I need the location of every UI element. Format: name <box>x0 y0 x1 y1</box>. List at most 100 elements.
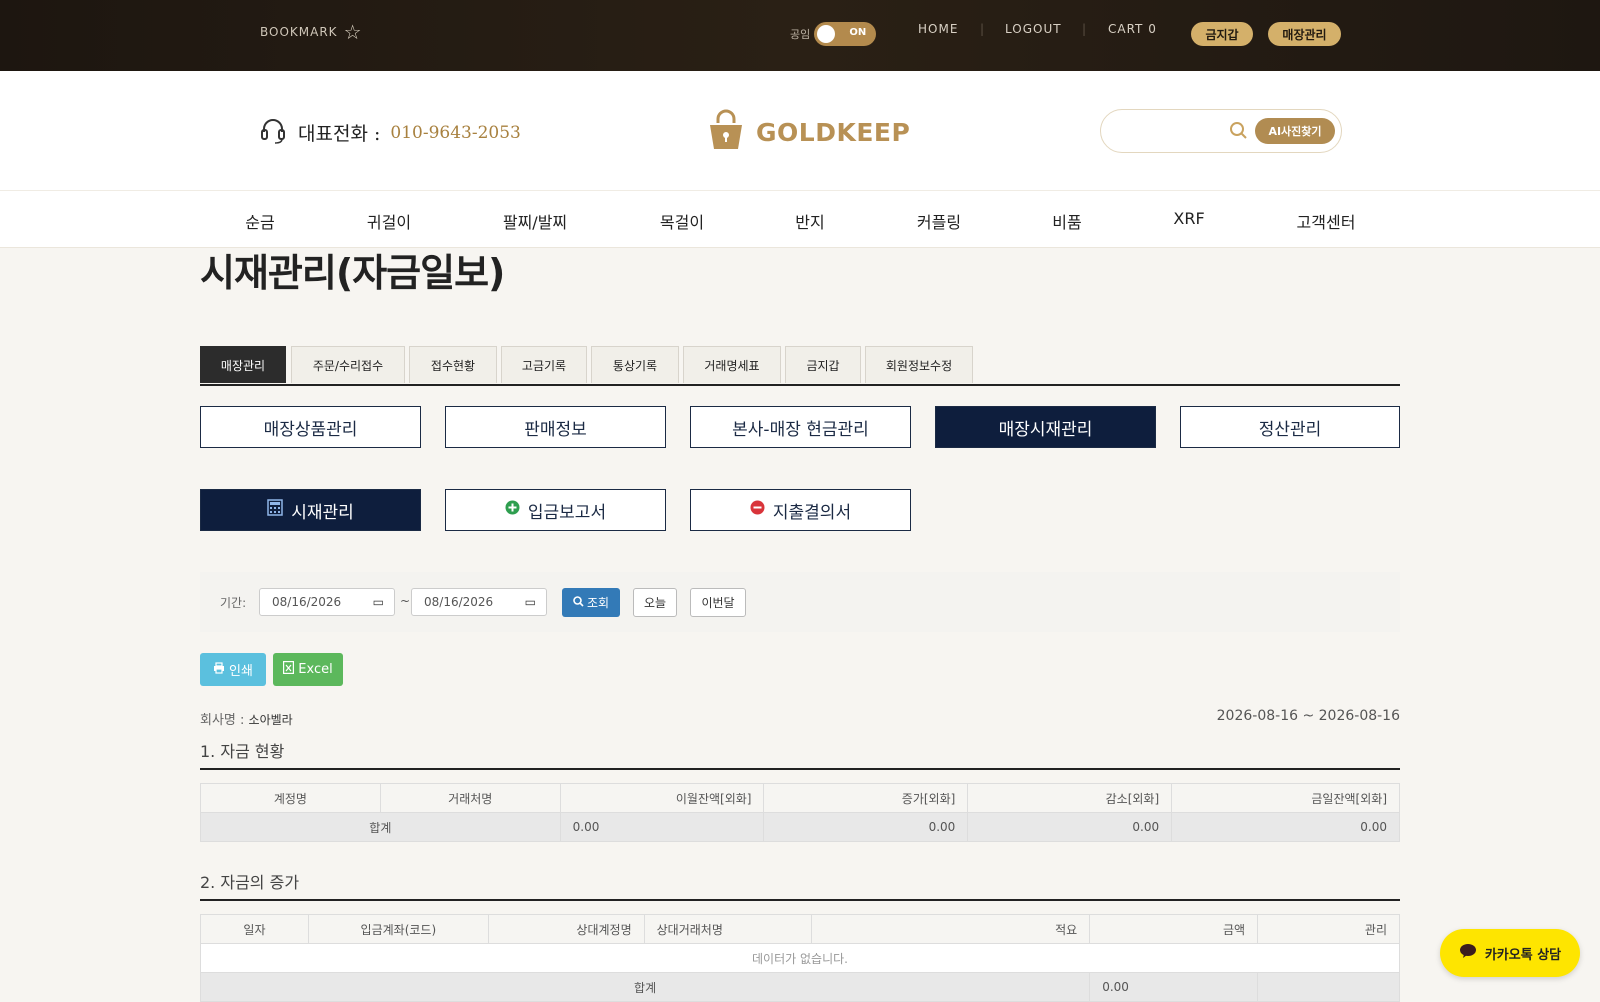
category-nav: 순금 귀걸이 팔찌/발찌 목걸이 반지 커플링 비품 XRF 고객센터 <box>0 190 1600 248</box>
table-total-row: 합계 0.00 <box>199 972 1400 1002</box>
page-title: 시재관리(자금일보) <box>200 251 505 295</box>
lock-bag-icon <box>704 109 748 155</box>
category-bracelets[interactable]: 팔찌/발찌 <box>503 209 567 233</box>
print-label: 인쇄 <box>229 664 253 679</box>
tab-old-gold-records[interactable]: 고금기록 <box>501 346 587 383</box>
company-name: 소아벨라 <box>248 713 293 727</box>
search-button[interactable]: 조회 <box>562 588 620 617</box>
phone-contact: 대표전화 : 010-9643-2053 <box>258 115 521 150</box>
tab-member-info[interactable]: 회원정보수정 <box>865 346 973 383</box>
store-manage-button[interactable]: 매장관리 <box>1268 22 1341 46</box>
table-header-row: 계정명 거래처명 이월잔액[외화] 증가[외화] 감소[외화] 금일잔액[외화] <box>200 783 1400 813</box>
column-header: 감소[외화] <box>967 783 1173 813</box>
tab-gold-wallet[interactable]: 금지갑 <box>785 346 861 383</box>
start-date-input[interactable]: 08/16/2026 ▭ <box>259 588 395 616</box>
column-header: 금액 <box>1089 914 1259 944</box>
fund-increase-table: 일자 입금계좌(코드) 상대계정명 상대거래처명 적요 금액 관리 데이터가 없… <box>199 914 1400 1002</box>
tab-reception-status[interactable]: 접수현황 <box>409 346 497 383</box>
column-header: 거래처명 <box>379 783 561 813</box>
search-icon[interactable] <box>1229 121 1249 145</box>
category-couple-rings[interactable]: 커플링 <box>917 209 961 233</box>
total-empty-cell <box>1257 972 1400 1002</box>
gold-wallet-button[interactable]: 금지갑 <box>1191 22 1253 46</box>
labor-toggle[interactable]: ON <box>814 22 877 46</box>
chat-bubble-icon <box>1459 943 1477 963</box>
fund-status-table: 계정명 거래처명 이월잔액[외화] 증가[외화] 감소[외화] 금일잔액[외화]… <box>200 783 1400 842</box>
top-bar: BOOKMARK ☆ 공임 ON HOME | LOGOUT | CART 0 … <box>0 0 1600 71</box>
nav-divider: | <box>1082 22 1088 36</box>
printer-icon <box>213 661 225 678</box>
bookmark-label: BOOKMARK <box>260 25 338 39</box>
total-decrease: 0.00 <box>967 812 1173 842</box>
column-header: 관리 <box>1257 914 1400 944</box>
toggle-state: ON <box>849 27 867 38</box>
start-date-value: 08/16/2026 <box>272 595 342 609</box>
cash-manage-button[interactable]: 시재관리 <box>200 489 421 531</box>
toggle-knob <box>817 25 836 43</box>
hq-store-cash-button[interactable]: 본사-매장 현금관리 <box>690 406 911 448</box>
ai-photo-search-button[interactable]: AI사진찾기 <box>1255 118 1335 144</box>
phone-number: 010-9643-2053 <box>390 122 521 143</box>
column-header: 상대계정명 <box>487 914 645 944</box>
minus-circle-icon <box>750 500 765 520</box>
section-fund-status-title: 1. 자금 현황 <box>200 738 1400 770</box>
home-link[interactable]: HOME <box>918 22 958 36</box>
total-carryover: 0.00 <box>559 812 765 842</box>
deposit-report-button[interactable]: 입금보고서 <box>445 489 666 531</box>
calculator-icon <box>267 499 283 521</box>
main-tabs: 매장관리 주문/수리접수 접수현황 고금기록 통상기록 거래명세표 금지갑 회원… <box>200 346 1400 386</box>
end-date-input[interactable]: 08/16/2026 ▭ <box>411 588 547 616</box>
cart-link[interactable]: CART 0 <box>1108 22 1157 36</box>
calendar-icon[interactable]: ▭ <box>525 595 536 609</box>
column-header: 적요 <box>811 914 1091 944</box>
tab-transaction-statement[interactable]: 거래명세표 <box>683 346 781 383</box>
phone-label: 대표전화 : <box>298 123 381 145</box>
table-total-row: 합계 0.00 0.00 0.00 0.00 <box>200 812 1400 842</box>
category-xrf[interactable]: XRF <box>1173 209 1204 228</box>
column-header: 일자 <box>200 914 309 944</box>
cash-manage-label: 시재관리 <box>291 502 354 523</box>
calendar-icon[interactable]: ▭ <box>373 595 384 609</box>
excel-button[interactable]: Excel <box>273 653 343 686</box>
logo-text: GOLDKEEP <box>756 117 911 147</box>
sales-info-button[interactable]: 판매정보 <box>445 406 666 448</box>
category-supplies[interactable]: 비품 <box>1052 209 1081 233</box>
total-balance: 0.00 <box>1171 812 1400 842</box>
search-box[interactable]: AI사진찾기 <box>1100 109 1342 153</box>
end-date-value: 08/16/2026 <box>424 595 494 609</box>
site-logo[interactable]: GOLDKEEP <box>704 109 910 155</box>
store-product-button[interactable]: 매장상품관리 <box>200 406 421 448</box>
expense-report-label: 지출결의서 <box>772 502 852 523</box>
deposit-report-label: 입금보고서 <box>527 502 607 523</box>
kakao-chat-label: 카카오톡 상담 <box>1484 947 1562 963</box>
tab-order-repair[interactable]: 주문/수리접수 <box>291 346 405 383</box>
column-header: 계정명 <box>200 783 381 813</box>
bookmark-link[interactable]: BOOKMARK ☆ <box>260 22 363 42</box>
tab-store-manage[interactable]: 매장관리 <box>200 346 286 383</box>
period-label: 기간: <box>220 596 247 610</box>
settlement-button[interactable]: 정산관리 <box>1180 406 1400 448</box>
excel-file-icon <box>283 661 295 678</box>
kakao-chat-button[interactable]: 카카오톡 상담 <box>1440 929 1580 977</box>
section-fund-increase-title: 2. 자금의 증가 <box>200 869 1400 901</box>
category-pure-gold[interactable]: 순금 <box>245 209 274 233</box>
labor-toggle-group: 공임 ON <box>790 22 877 46</box>
report-date-range: 2026-08-16 ~ 2026-08-16 <box>1216 708 1400 724</box>
today-button[interactable]: 오늘 <box>633 588 677 617</box>
category-necklaces[interactable]: 목걸이 <box>660 209 704 233</box>
total-label: 합계 <box>200 812 561 842</box>
this-month-button[interactable]: 이번달 <box>690 588 746 617</box>
category-customer-center[interactable]: 고객센터 <box>1297 209 1356 233</box>
category-earrings[interactable]: 귀걸이 <box>367 209 411 233</box>
search-button-label: 조회 <box>586 596 610 610</box>
tab-regular-records[interactable]: 통상기록 <box>591 346 679 383</box>
print-button[interactable]: 인쇄 <box>200 653 266 686</box>
company-label: 회사명 : <box>200 713 245 728</box>
store-cash-on-hand-button[interactable]: 매장시재관리 <box>935 406 1156 448</box>
logout-link[interactable]: LOGOUT <box>1005 22 1062 36</box>
column-header: 증가[외화] <box>763 783 969 813</box>
column-header: 상대거래처명 <box>643 914 813 944</box>
search-icon <box>573 595 584 610</box>
expense-report-button[interactable]: 지출결의서 <box>690 489 911 531</box>
category-rings[interactable]: 반지 <box>795 209 824 233</box>
